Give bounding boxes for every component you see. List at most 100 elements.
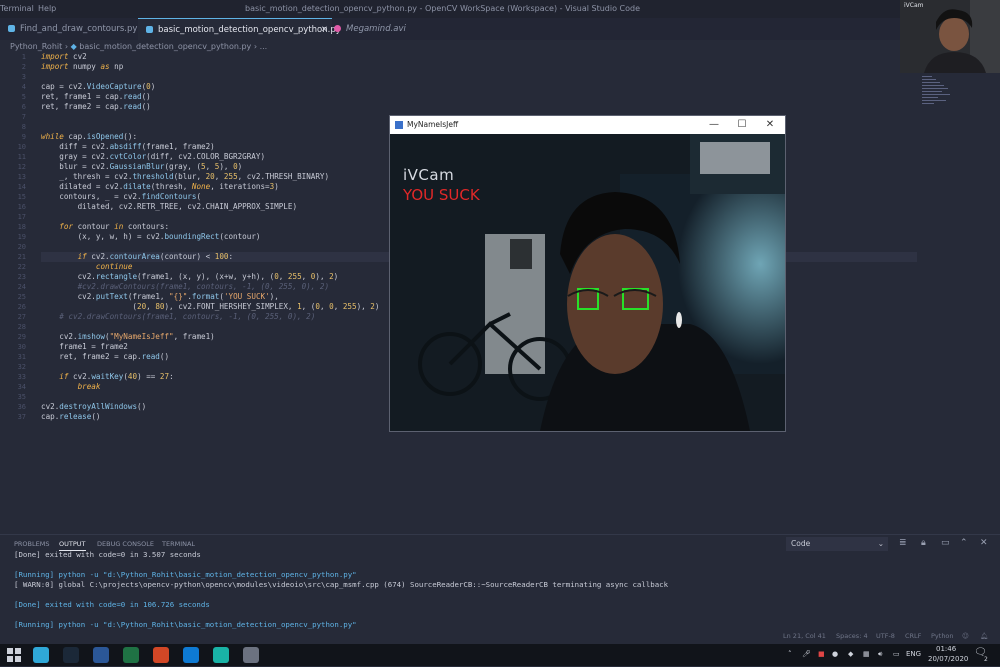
clock-time[interactable]: 01:46 bbox=[936, 645, 956, 653]
close-button[interactable]: ✕ bbox=[763, 118, 777, 132]
line-number: 12 bbox=[17, 163, 26, 171]
input-language[interactable]: ENG bbox=[906, 650, 921, 658]
word-icon[interactable] bbox=[93, 647, 109, 663]
line-number: 11 bbox=[17, 153, 26, 161]
network-icon[interactable]: ▦ bbox=[863, 650, 870, 658]
line-ending[interactable]: CRLF bbox=[905, 632, 921, 640]
line-number: 25 bbox=[17, 293, 26, 301]
breadcrumb-folder[interactable]: Python_Rohit bbox=[10, 42, 62, 51]
line-number: 15 bbox=[17, 193, 26, 201]
steam-icon[interactable] bbox=[63, 647, 79, 663]
minimap[interactable] bbox=[922, 76, 962, 116]
chevron-up-icon[interactable]: ˄ bbox=[788, 650, 792, 658]
title-bar: Terminal Help basic_motion_detection_ope… bbox=[0, 0, 900, 18]
close-panel-icon[interactable]: ✕ bbox=[980, 538, 988, 548]
breadcrumb-symbol[interactable]: ... bbox=[260, 42, 268, 51]
line-number: 31 bbox=[17, 353, 26, 361]
code-line: contours, _ = cv2.findContours( bbox=[41, 192, 202, 201]
python-file-icon: ◆ bbox=[70, 42, 80, 51]
line-number: 20 bbox=[17, 243, 26, 251]
line-number: 22 bbox=[17, 263, 26, 271]
menu-help[interactable]: Help bbox=[38, 4, 56, 13]
line-number: 27 bbox=[17, 313, 26, 321]
output-channel-select[interactable]: Code ⌄ bbox=[786, 537, 888, 551]
powerpoint-icon[interactable] bbox=[153, 647, 169, 663]
opencv-window-titlebar[interactable]: MyNameIsJeff — ☐ ✕ bbox=[390, 116, 785, 134]
tab-debug-console[interactable]: DEBUG CONSOLE bbox=[97, 540, 154, 548]
line-number: 26 bbox=[17, 303, 26, 311]
code-line: diff = cv2.absdiff(frame1, frame2) bbox=[41, 142, 215, 151]
output-line: [Done] exited with code=0 in 106.726 sec… bbox=[14, 600, 210, 609]
bottom-panel: PROBLEMS OUTPUT DEBUG CONSOLE TERMINAL C… bbox=[0, 534, 1000, 630]
breadcrumb-file[interactable]: basic_motion_detection_opencv_python.py bbox=[79, 42, 251, 51]
menu-terminal[interactable]: Terminal bbox=[0, 4, 34, 13]
code-line: cap = cv2.VideoCapture(0) bbox=[41, 82, 156, 91]
code-line: # cv2.drawContours(frame1, contours, -1,… bbox=[59, 312, 316, 321]
code-line: ret, frame1 = cap.read() bbox=[41, 92, 151, 101]
overlay-text: YOU SUCK bbox=[403, 186, 480, 204]
minimize-button[interactable]: — bbox=[707, 118, 721, 132]
vscode-icon[interactable] bbox=[183, 647, 199, 663]
volume-icon[interactable]: 🔊︎ bbox=[878, 650, 882, 659]
bell-icon[interactable]: 🔔︎ bbox=[980, 632, 988, 640]
language-mode[interactable]: Python bbox=[931, 632, 954, 640]
line-number: 14 bbox=[17, 183, 26, 191]
line-number: 13 bbox=[17, 173, 26, 181]
breadcrumb: Python_Rohit › ◆ basic_motion_detection_… bbox=[10, 42, 267, 51]
line-number: 32 bbox=[17, 363, 26, 371]
code-line: import numpy as np bbox=[41, 62, 124, 71]
webcam-preview: iVCam bbox=[900, 0, 1000, 73]
line-number: 23 bbox=[17, 273, 26, 281]
tab-terminal[interactable]: TERMINAL bbox=[162, 540, 195, 548]
tab-basic-motion-detection[interactable]: basic_motion_detection_opencv_python.py … bbox=[138, 18, 341, 41]
clock-date[interactable]: 20/07/2020 bbox=[928, 655, 968, 663]
python-app-icon[interactable] bbox=[213, 647, 229, 663]
tray-app-icon[interactable]: ■ bbox=[818, 650, 825, 658]
encoding[interactable]: UTF-8 bbox=[876, 632, 895, 640]
tray-app-icon[interactable]: ◆ bbox=[848, 650, 853, 658]
tab-problems[interactable]: PROBLEMS bbox=[14, 540, 49, 548]
output-line: [Running] python -u "d:\Python_Rohit\bas… bbox=[14, 570, 357, 579]
opencv-window[interactable]: MyNameIsJeff — ☐ ✕ iVCam YOU SUCK bbox=[389, 115, 786, 432]
window-title: basic_motion_detection_opencv_python.py … bbox=[245, 4, 640, 13]
edge-icon[interactable] bbox=[33, 647, 49, 663]
app-icon bbox=[395, 121, 403, 129]
python-file-icon bbox=[146, 26, 153, 33]
code-line: cv2.destroyAllWindows() bbox=[41, 402, 147, 411]
open-in-editor-icon[interactable]: ▭ bbox=[941, 538, 950, 548]
feedback-icon[interactable]: ☺ bbox=[962, 632, 969, 640]
line-number: 18 bbox=[17, 223, 26, 231]
webcam-label: iVCam bbox=[904, 2, 924, 9]
tab-megamind[interactable]: Megamind.avi bbox=[326, 18, 424, 40]
camera-frame: iVCam YOU SUCK bbox=[390, 134, 785, 431]
cursor-position[interactable]: Ln 21, Col 41 bbox=[783, 632, 826, 640]
line-number: 28 bbox=[17, 323, 26, 331]
code-line: ret, frame2 = cap.read() bbox=[41, 352, 170, 361]
media-file-icon bbox=[334, 25, 341, 32]
tray-app-icon[interactable]: ● bbox=[832, 650, 838, 658]
battery-icon[interactable]: ▭ bbox=[893, 650, 900, 658]
line-number: 34 bbox=[17, 383, 26, 391]
code-line: for contour in contours: bbox=[59, 222, 170, 231]
line-number: 7 bbox=[21, 113, 26, 121]
line-number: 19 bbox=[17, 233, 26, 241]
microphone-icon[interactable]: 🎤︎ bbox=[802, 650, 811, 658]
excel-icon[interactable] bbox=[123, 647, 139, 663]
clear-output-icon[interactable]: ≣ bbox=[899, 538, 907, 548]
line-number: 1 bbox=[21, 53, 26, 61]
maximize-button[interactable]: ☐ bbox=[735, 118, 749, 132]
line-number: 5 bbox=[21, 93, 26, 101]
tab-find-and-draw-contours[interactable]: Find_and_draw_contours.py bbox=[0, 18, 137, 40]
line-number: 35 bbox=[17, 393, 26, 401]
camera-app-icon[interactable] bbox=[243, 647, 259, 663]
indentation[interactable]: Spaces: 4 bbox=[836, 632, 868, 640]
lock-icon[interactable]: 🔒︎ bbox=[921, 538, 926, 548]
code-line: frame1 = frame2 bbox=[41, 342, 128, 351]
code-line: cap.release() bbox=[41, 412, 101, 421]
line-number: 2 bbox=[21, 63, 26, 71]
start-icon[interactable] bbox=[6, 647, 22, 663]
code-line: import cv2 bbox=[41, 52, 87, 61]
code-line: while cap.isOpened(): bbox=[41, 132, 138, 141]
chevron-up-icon[interactable]: ⌃ bbox=[960, 538, 968, 548]
code-line: _, thresh = cv2.threshold(blur, 20, 255,… bbox=[41, 172, 330, 181]
